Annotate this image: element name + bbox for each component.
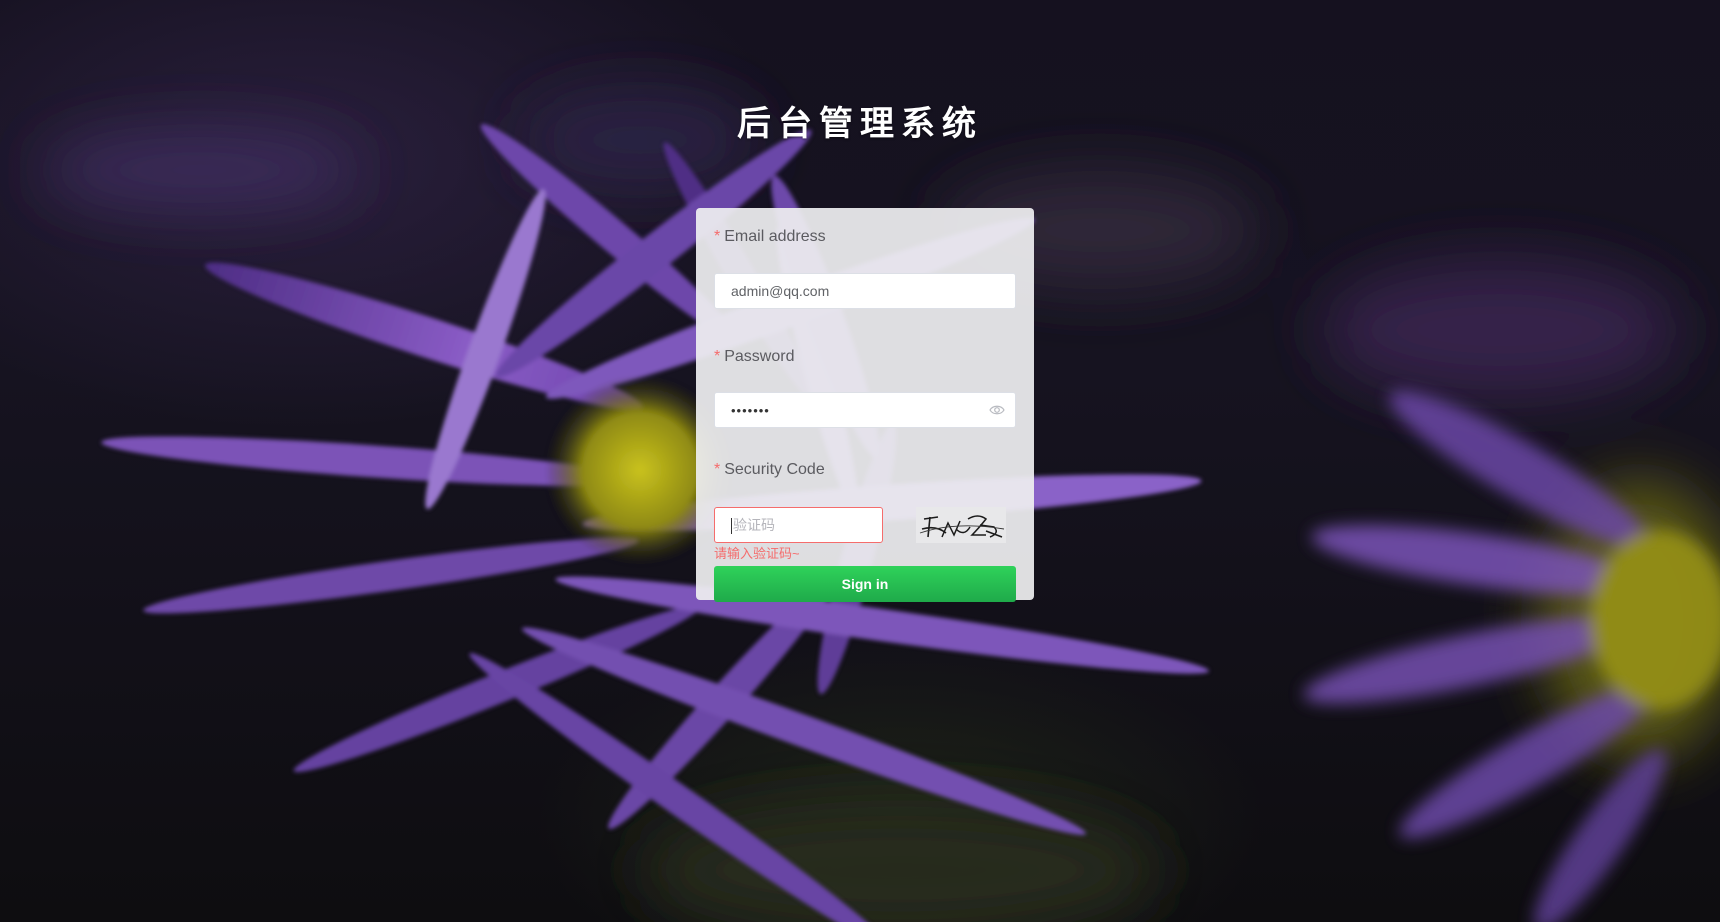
security-code-label-text: Security Code [724,461,825,478]
login-form: * Email address admin@qq.com * Password ••… [696,208,1034,602]
security-code-input[interactable]: 验证码 [714,507,883,543]
eye-icon[interactable] [989,403,1005,417]
page-title: 后台管理系统 [737,104,983,144]
sign-in-button[interactable]: Sign in [714,566,1016,602]
email-input[interactable]: admin@qq.com [714,273,1016,309]
required-mark: * [714,228,721,245]
required-mark: * [714,461,721,478]
text-cursor [731,518,732,535]
security-code-placeholder: 验证码 [733,517,775,533]
password-field-group: * Password ••••••• [714,346,1016,428]
password-label: * Password [714,346,1016,368]
email-field-group: * Email address admin@qq.com [714,226,1016,309]
security-code-label: * Security Code [714,459,1016,481]
email-label-text: Email address [724,228,826,245]
password-value: ••••••• [731,403,770,418]
security-code-error: 请输入验证码~ [714,546,800,561]
required-mark: * [714,348,721,365]
password-label-text: Password [724,348,795,365]
security-code-row: 验证码 [714,507,1016,543]
email-label: * Email address [714,226,1016,248]
captcha-image[interactable] [916,507,1006,543]
security-code-field-group: * Security Code 验证码 请输入验证码~ [714,459,1016,563]
password-input[interactable]: ••••••• [714,392,1016,428]
